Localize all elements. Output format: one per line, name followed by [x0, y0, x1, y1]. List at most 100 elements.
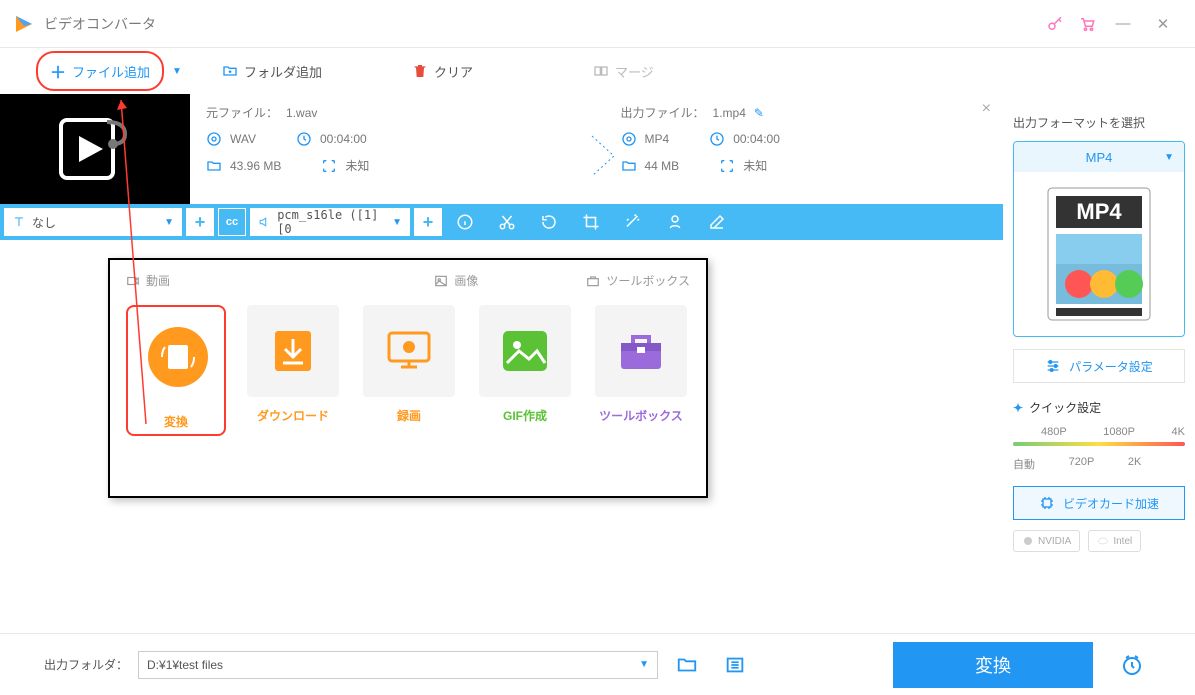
folder-icon [621, 158, 637, 174]
cc-button[interactable]: cc [218, 208, 246, 236]
chevron-down-icon: ▼ [164, 217, 174, 228]
format-box[interactable]: MP4▼ MP4 [1013, 141, 1185, 337]
tab-image[interactable]: 画像 [434, 272, 478, 289]
audio-value: pcm_s16le ([1][0 [277, 208, 386, 236]
convert-label: 変換 [975, 652, 1011, 678]
clear-button[interactable]: クリア [400, 56, 485, 87]
gpu-label: ビデオカード加速 [1063, 495, 1159, 512]
file-row: 元ファイル：1.wav WAV 00:04:00 43.96 MB 未知 出力フ… [0, 94, 1003, 204]
intel-chip: Intel [1088, 530, 1141, 552]
watermark-button[interactable] [656, 204, 694, 240]
clock-icon [296, 131, 312, 147]
toolbar: ＋ ファイル追加 ▼ フォルダ追加 クリア マージ [0, 48, 1195, 94]
audio-selector[interactable]: pcm_s16le ([1][0 ▼ [250, 208, 410, 236]
merge-label: マージ [615, 62, 654, 81]
chevron-down-icon: ▼ [639, 659, 649, 670]
schedule-button[interactable] [1113, 646, 1151, 684]
scale-auto: 自動 [1013, 456, 1035, 472]
add-folder-button[interactable]: フォルダ追加 [210, 56, 334, 87]
feature-gif-label: GIF作成 [476, 407, 574, 424]
parameter-settings-button[interactable]: パラメータ設定 [1013, 349, 1185, 383]
image-icon [434, 274, 448, 288]
feature-record[interactable]: 録画 [360, 305, 458, 436]
tab-toolbox[interactable]: ツールボックス [586, 272, 690, 289]
rotate-button[interactable] [530, 204, 568, 240]
add-folder-label: フォルダ追加 [244, 62, 322, 81]
feature-download[interactable]: ダウンロード [244, 305, 342, 436]
merge-button[interactable]: マージ [581, 56, 666, 87]
add-file-button[interactable]: ＋ ファイル追加 [36, 51, 164, 91]
output-folder-label: 出力フォルダ： [44, 656, 128, 673]
edit-output-icon[interactable]: ✎ [754, 106, 764, 120]
chevron-down-icon: ▼ [392, 217, 402, 228]
src-format: WAV [230, 132, 256, 146]
close-button[interactable]: ✕ [1143, 8, 1183, 40]
output-path: D:¥1¥test files [147, 658, 223, 672]
chevron-down-icon: ▼ [1164, 152, 1174, 163]
scale-1080p: 1080P [1103, 426, 1135, 438]
action-bar: なし ▼ + cc pcm_s16le ([1][0 ▼ + [0, 204, 1003, 240]
quality-slider[interactable] [1013, 442, 1185, 446]
effect-button[interactable] [614, 204, 652, 240]
crop-button[interactable] [572, 204, 610, 240]
tab-video[interactable]: 動画 [126, 272, 170, 289]
remove-file-button[interactable]: × [982, 100, 991, 118]
speaker-icon [258, 215, 271, 229]
clear-label: クリア [434, 62, 473, 81]
feature-convert[interactable]: 変換 [126, 305, 226, 436]
file-thumbnail[interactable] [0, 94, 190, 204]
convert-button[interactable]: 変換 [893, 642, 1093, 688]
out-size: 44 MB [645, 159, 680, 173]
output-info: 出力ファイル：1.mp4✎ MP4 00:04:00 44 MB 未知 [573, 104, 988, 194]
list-button[interactable] [716, 646, 754, 684]
cart-icon[interactable] [1071, 8, 1103, 40]
feature-gif[interactable]: GIF作成 [476, 305, 574, 436]
output-folder-select[interactable]: D:¥1¥test files ▼ [138, 651, 658, 679]
nvidia-icon [1022, 535, 1034, 547]
svg-text:MP4: MP4 [1076, 199, 1122, 224]
sliders-icon [1045, 358, 1061, 374]
output-label: 出力ファイル： [621, 104, 705, 121]
sidebar-title: 出力フォーマットを選択 [1013, 114, 1185, 131]
out-format: MP4 [645, 132, 670, 146]
sidebar: 出力フォーマットを選択 MP4▼ MP4 パラメータ設定 ✦ クイック設定 48… [1003, 94, 1195, 633]
format-icon [621, 131, 637, 147]
quick-title: クイック設定 [1029, 399, 1101, 416]
subtitle-selector[interactable]: なし ▼ [4, 208, 182, 236]
app-logo-icon [12, 12, 36, 36]
plus-icon: ✦ [1013, 401, 1023, 415]
chip-icon [1039, 495, 1055, 511]
trash-icon [412, 63, 428, 79]
source-label: 元ファイル： [206, 104, 278, 121]
scale-2k: 2K [1128, 456, 1141, 472]
source-info: 元ファイル：1.wav WAV 00:04:00 43.96 MB 未知 [206, 104, 573, 194]
cut-button[interactable] [488, 204, 526, 240]
quick-settings-header: ✦ クイック設定 [1013, 399, 1185, 416]
toolbox-icon [586, 274, 600, 288]
folder-icon [206, 158, 222, 174]
key-icon[interactable] [1039, 8, 1071, 40]
open-folder-button[interactable] [668, 646, 706, 684]
merge-icon [593, 63, 609, 79]
add-audio-button[interactable]: + [414, 208, 442, 236]
titlebar: ビデオコンバータ — ✕ [0, 0, 1195, 48]
mp4-preview-icon: MP4 [1044, 184, 1154, 324]
gpu-accel-button[interactable]: ビデオカード加速 [1013, 486, 1185, 520]
feature-convert-label: 変換 [132, 413, 220, 430]
feature-toolbox[interactable]: ツールボックス [592, 305, 690, 436]
src-duration: 00:04:00 [320, 132, 367, 146]
edit-button[interactable] [698, 204, 736, 240]
nvidia-chip: NVIDIA [1013, 530, 1080, 552]
add-file-dropdown-icon[interactable]: ▼ [172, 66, 182, 77]
resolution-icon [719, 158, 735, 174]
src-resolution: 未知 [345, 157, 369, 174]
plus-icon: ＋ [50, 59, 66, 83]
info-button[interactable] [446, 204, 484, 240]
scale-480p: 480P [1041, 426, 1067, 438]
minimize-button[interactable]: — [1103, 8, 1143, 40]
format-icon [206, 131, 222, 147]
clock-icon [709, 131, 725, 147]
add-subtitle-button[interactable]: + [186, 208, 214, 236]
subtitle-value: なし [32, 214, 56, 231]
app-title: ビデオコンバータ [44, 14, 156, 34]
